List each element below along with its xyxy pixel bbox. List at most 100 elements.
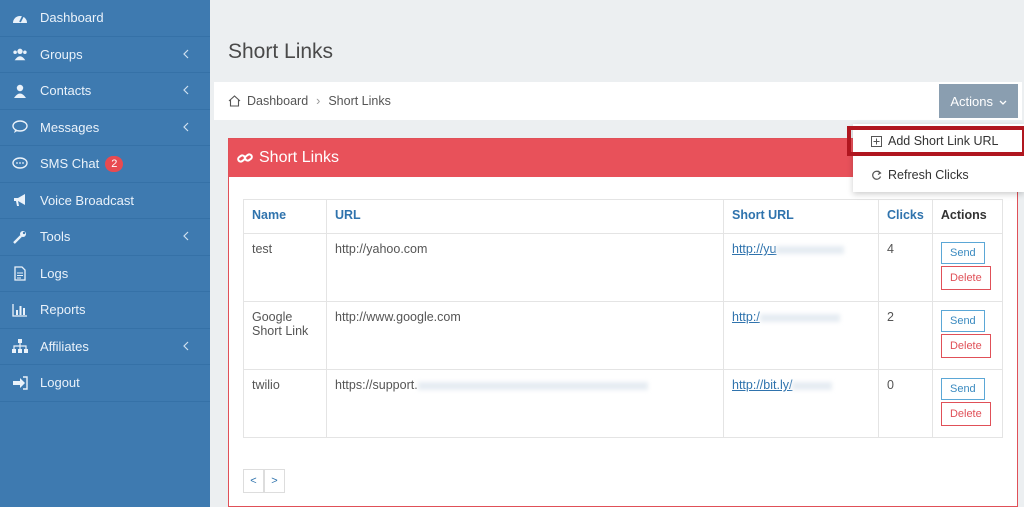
document-icon bbox=[12, 265, 28, 281]
sidebar-item-label: Logs bbox=[40, 265, 69, 281]
table-header-row: Name URL Short URL Clicks Actions bbox=[243, 199, 1004, 234]
cell-name: test bbox=[243, 233, 327, 302]
page-title: Short Links bbox=[228, 40, 334, 63]
breadcrumb-separator: › bbox=[316, 94, 321, 108]
send-button[interactable]: Send bbox=[940, 310, 985, 332]
redacted-text bbox=[792, 381, 833, 390]
sidebar-item-messages[interactable]: Messages bbox=[0, 110, 210, 146]
cell-url: https://support. bbox=[326, 369, 724, 438]
sidebar-item-label: Voice Broadcast bbox=[40, 192, 134, 208]
refresh-icon bbox=[871, 170, 882, 181]
actions-dropdown-menu: Add Short Link URL Refresh Clicks bbox=[847, 124, 1024, 192]
short-url-text: http://yu bbox=[732, 242, 777, 256]
chevron-left-icon bbox=[183, 85, 189, 95]
panel-title: Short Links bbox=[259, 149, 340, 166]
home-icon bbox=[228, 95, 241, 107]
sidebar-item-logout[interactable]: Logout bbox=[0, 365, 210, 402]
url-text: https://support. bbox=[335, 378, 418, 392]
send-button[interactable]: Send bbox=[940, 378, 985, 400]
cell-short-url: http:/ bbox=[723, 301, 879, 370]
cell-short-url: http://yu bbox=[723, 233, 879, 302]
column-header-actions: Actions bbox=[931, 199, 1004, 234]
breadcrumb-dashboard-link[interactable]: Dashboard bbox=[247, 94, 308, 108]
sidebar-item-affiliates[interactable]: Affiliates bbox=[0, 329, 210, 365]
delete-button[interactable]: Delete bbox=[940, 266, 991, 290]
sidebar-item-label: SMS Chat bbox=[40, 156, 100, 172]
chevron-down-icon bbox=[999, 100, 1007, 105]
cell-name: Google Short Link bbox=[243, 301, 327, 370]
main-content: Short Links Dashboard › Short Links Acti… bbox=[210, 0, 1024, 507]
menu-item-label: Refresh Clicks bbox=[888, 168, 969, 182]
actions-dropdown-button[interactable]: Actions bbox=[939, 84, 1018, 118]
sidebar-item-groups[interactable]: Groups bbox=[0, 37, 210, 73]
sidebar-item-label: Dashboard bbox=[40, 10, 104, 26]
cell-actions: Send Delete bbox=[931, 369, 1004, 438]
delete-button[interactable]: Delete bbox=[940, 402, 991, 426]
short-url-link[interactable]: http:/ bbox=[732, 310, 840, 324]
table-row: twilio https://support. http://bit.ly/ 0… bbox=[243, 369, 1004, 438]
chevron-left-icon bbox=[183, 231, 189, 241]
breadcrumb-current: Short Links bbox=[328, 94, 391, 108]
sidebar-item-label: Affiliates bbox=[40, 338, 89, 354]
short-links-table: Name URL Short URL Clicks Actions test h… bbox=[243, 199, 1004, 438]
chevron-left-icon bbox=[183, 122, 189, 131]
message-icon bbox=[12, 119, 28, 135]
cell-short-url: http://bit.ly/ bbox=[723, 369, 879, 438]
sidebar-item-label: Reports bbox=[40, 302, 86, 318]
sidebar-item-label: Logout bbox=[40, 375, 80, 391]
cell-actions: Send Delete bbox=[931, 301, 1004, 370]
sidebar-item-sms-chat[interactable]: SMS Chat 2 bbox=[0, 146, 210, 183]
cell-clicks: 2 bbox=[878, 301, 933, 370]
column-header-short-url[interactable]: Short URL bbox=[723, 199, 879, 234]
sidebar-item-tools[interactable]: Tools bbox=[0, 219, 210, 256]
logout-icon bbox=[12, 375, 28, 391]
sidebar-item-voice-broadcast[interactable]: Voice Broadcast bbox=[0, 183, 210, 219]
user-icon bbox=[12, 83, 28, 99]
sidebar: Dashboard Groups Contacts Messages SMS C… bbox=[0, 0, 210, 507]
pagination-prev-button[interactable]: < bbox=[243, 469, 264, 493]
column-header-name[interactable]: Name bbox=[243, 199, 327, 234]
short-url-link[interactable]: http://yu bbox=[732, 242, 845, 256]
redacted-text bbox=[776, 245, 845, 254]
short-links-panel: Short Links Name URL Short URL Clicks Ac… bbox=[228, 138, 1018, 507]
cell-clicks: 0 bbox=[878, 369, 933, 438]
cell-url: http://yahoo.com bbox=[326, 233, 724, 302]
table-row: test http://yahoo.com http://yu 4 Send D… bbox=[243, 233, 1004, 302]
pagination: < > bbox=[243, 469, 285, 493]
column-header-url[interactable]: URL bbox=[326, 199, 724, 234]
chevron-left-icon bbox=[183, 49, 189, 58]
cell-name: twilio bbox=[243, 369, 327, 438]
plus-square-icon bbox=[871, 135, 882, 147]
dashboard-icon bbox=[12, 10, 28, 26]
short-url-text: http://bit.ly/ bbox=[732, 378, 793, 392]
users-icon bbox=[12, 46, 28, 62]
cell-clicks: 4 bbox=[878, 233, 933, 302]
sidebar-item-label: Messages bbox=[40, 119, 100, 135]
sidebar-item-dashboard[interactable]: Dashboard bbox=[0, 0, 210, 37]
sidebar-item-contacts[interactable]: Contacts bbox=[0, 73, 210, 110]
short-url-text: http:/ bbox=[732, 310, 760, 324]
menu-item-label: Add Short Link URL bbox=[888, 134, 999, 148]
pagination-next-button[interactable]: > bbox=[264, 469, 285, 493]
redacted-text bbox=[417, 381, 648, 390]
link-icon bbox=[237, 151, 253, 165]
actions-label: Actions bbox=[950, 93, 993, 109]
sidebar-item-reports[interactable]: Reports bbox=[0, 292, 210, 329]
sidebar-item-logs[interactable]: Logs bbox=[0, 256, 210, 292]
unread-badge: 2 bbox=[105, 155, 124, 172]
megaphone-icon bbox=[12, 192, 28, 208]
column-header-clicks[interactable]: Clicks bbox=[878, 199, 933, 234]
sitemap-icon bbox=[12, 338, 28, 354]
sidebar-item-label: Groups bbox=[40, 46, 83, 62]
chevron-left-icon bbox=[183, 341, 189, 350]
wrench-icon bbox=[12, 229, 28, 245]
send-button[interactable]: Send bbox=[940, 242, 985, 264]
short-url-link[interactable]: http://bit.ly/ bbox=[732, 378, 833, 392]
menu-item-add-short-link[interactable]: Add Short Link URL bbox=[853, 124, 1024, 158]
delete-button[interactable]: Delete bbox=[940, 334, 991, 358]
menu-item-refresh-clicks[interactable]: Refresh Clicks bbox=[853, 158, 1024, 192]
cell-actions: Send Delete bbox=[931, 233, 1004, 302]
redacted-text bbox=[759, 313, 840, 322]
table-row: Google Short Link http://www.google.com … bbox=[243, 301, 1004, 370]
bar-chart-icon bbox=[12, 302, 28, 318]
